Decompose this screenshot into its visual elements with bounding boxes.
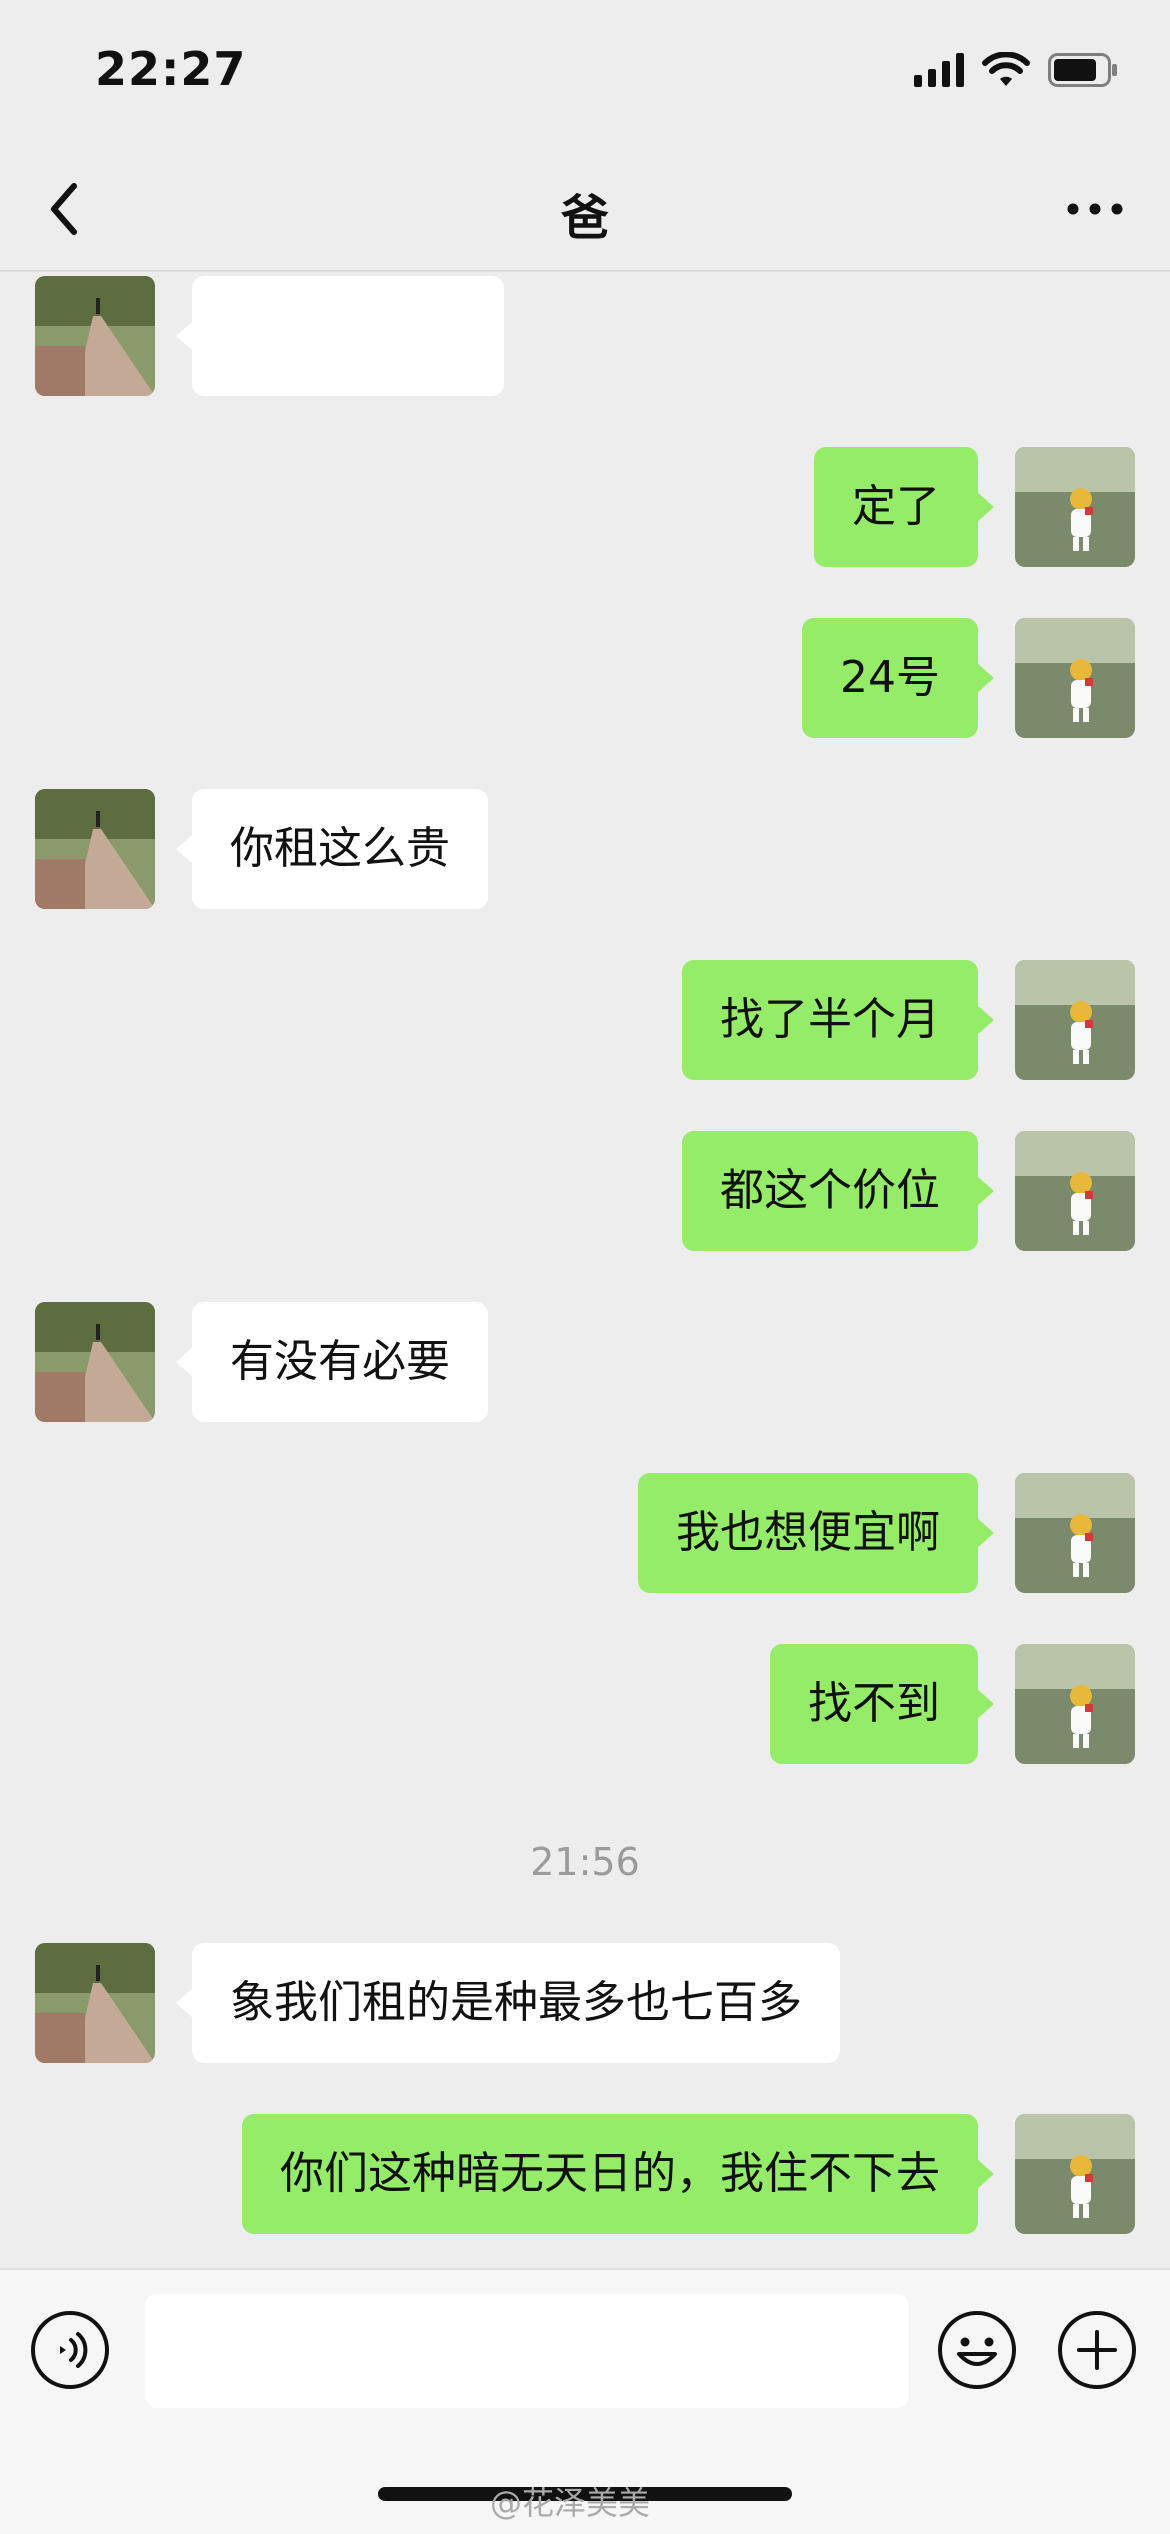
message-row: 定了 [0, 447, 1170, 567]
cellular-signal-icon [914, 53, 964, 87]
dad-avatar[interactable] [35, 1943, 155, 2063]
my-avatar[interactable] [1015, 960, 1135, 1080]
outgoing-message-bubble[interactable]: 找不到 [770, 1644, 994, 1764]
message-row: 你们这种暗无天日的，我住不下去 [0, 2114, 1170, 2234]
status-time: 22:27 [95, 42, 247, 96]
message-row: 我也想便宜啊 [0, 1473, 1170, 1593]
message-row: 象我们租的是种最多也七百多 [0, 1943, 1170, 2063]
status-bar: 22:27 [0, 0, 1170, 150]
outgoing-message-bubble[interactable]: 你们这种暗无天日的，我住不下去 [242, 2114, 994, 2234]
chat-header: 爸 [0, 150, 1170, 272]
incoming-message-bubble[interactable]: 有没有必要 [176, 1302, 488, 1422]
my-avatar[interactable] [1015, 1644, 1135, 1764]
incoming-message-bubble[interactable]: 象我们租的是种最多也七百多 [176, 1943, 840, 2063]
my-avatar[interactable] [1015, 1131, 1135, 1251]
watermark: @花泽美美 [490, 2484, 651, 2522]
outgoing-message-bubble[interactable]: 24号 [802, 618, 994, 738]
voice-icon[interactable] [30, 2310, 110, 2390]
more-dots-icon[interactable] [1060, 184, 1130, 234]
dad-avatar[interactable] [35, 276, 155, 396]
plus-icon[interactable] [1057, 2310, 1137, 2390]
chat-title: 爸 [560, 190, 609, 246]
message-row: 找了半个月 [0, 960, 1170, 1080]
outgoing-message-bubble[interactable]: 都这个价位 [682, 1131, 994, 1251]
message-row: 你租这么贵 [0, 789, 1170, 909]
message-row: 有没有必要 [0, 1302, 1170, 1422]
my-avatar[interactable] [1015, 447, 1135, 567]
outgoing-message-bubble[interactable]: 我也想便宜啊 [638, 1473, 994, 1593]
message-row [0, 276, 1170, 396]
message-row: 24号 [0, 618, 1170, 738]
incoming-message-bubble[interactable]: 你租这么贵 [176, 789, 488, 909]
outgoing-message-bubble[interactable]: 定了 [814, 447, 994, 567]
my-avatar[interactable] [1015, 1473, 1135, 1593]
status-icons [914, 52, 1118, 88]
message-timestamp: 21:56 [530, 1840, 640, 1884]
outgoing-message-bubble[interactable]: 找了半个月 [682, 960, 994, 1080]
message-row: 都这个价位 [0, 1131, 1170, 1251]
my-avatar[interactable] [1015, 2114, 1135, 2234]
dad-avatar[interactable] [35, 789, 155, 909]
battery-icon [1048, 53, 1117, 87]
message-input[interactable] [145, 2294, 909, 2408]
message-row: 找不到 [0, 1644, 1170, 1764]
dad-avatar[interactable] [35, 1302, 155, 1422]
incoming-message-bubble[interactable] [176, 276, 504, 396]
emoji-icon[interactable] [937, 2310, 1017, 2390]
wifi-icon [982, 52, 1030, 86]
my-avatar[interactable] [1015, 618, 1135, 738]
